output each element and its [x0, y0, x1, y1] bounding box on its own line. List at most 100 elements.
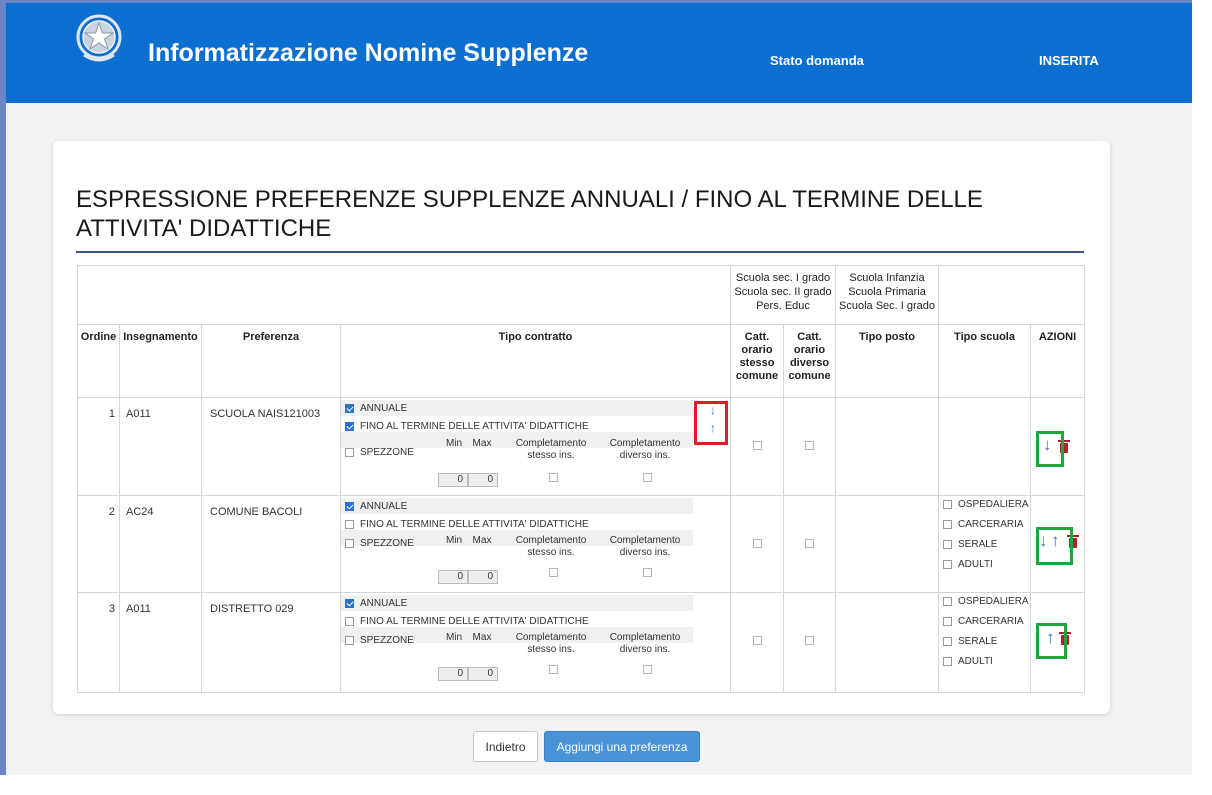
- cell-catt-diverso: [782, 397, 837, 496]
- checkbox-spezzone[interactable]: [345, 635, 354, 645]
- empty-group-header-right: [938, 265, 1086, 325]
- label-adulti: ADULTI: [958, 656, 993, 667]
- compl-stesso-l2: stesso ins.: [527, 644, 575, 655]
- col-preferenza: Preferenza: [201, 324, 341, 398]
- group-sec-line-3: Pers. Educ: [756, 300, 810, 312]
- cell-tipo-posto: [835, 495, 940, 593]
- checkbox-serale[interactable]: [943, 637, 953, 646]
- min-input[interactable]: 0: [438, 667, 468, 681]
- checkbox-carceraria[interactable]: [943, 617, 953, 626]
- catt-diverso-l1: Catt.: [797, 331, 822, 343]
- checkbox-catt-diverso[interactable]: [805, 441, 814, 450]
- checkbox-compl-diverso[interactable]: [643, 568, 652, 577]
- checkbox-compl-stesso[interactable]: [549, 665, 558, 674]
- checkbox-catt-diverso[interactable]: [805, 539, 814, 548]
- compl-stesso-l1: Completamento: [515, 438, 587, 449]
- cell-ordine: 2: [77, 495, 120, 593]
- cell-tipo-scuola: [938, 397, 1032, 496]
- option-ospedaliera[interactable]: OSPEDALIERA: [943, 499, 1029, 510]
- checkbox-annuale[interactable]: [345, 598, 354, 608]
- compl-diverso-l2: diverso ins.: [619, 547, 671, 558]
- min-input[interactable]: 0: [438, 570, 468, 584]
- checkbox-compl-stesso[interactable]: [549, 473, 558, 482]
- compl-stesso-l2: stesso ins.: [527, 450, 575, 461]
- checkbox-serale[interactable]: [943, 540, 953, 549]
- option-fino[interactable]: FINO AL TERMINE DELLE ATTIVITA' DIDATTIC…: [345, 614, 589, 628]
- checkbox-adulti[interactable]: [943, 560, 953, 569]
- back-button[interactable]: Indietro: [473, 731, 538, 762]
- checkbox-catt-stesso[interactable]: [752, 636, 762, 645]
- add-preference-button[interactable]: Aggiungi una preferenza: [544, 731, 700, 762]
- checkbox-compl-diverso[interactable]: [643, 665, 652, 674]
- option-annuale[interactable]: ANNUALE: [345, 499, 407, 513]
- option-annuale[interactable]: ANNUALE: [345, 401, 407, 415]
- max-input[interactable]: 0: [468, 667, 498, 681]
- option-spezzone[interactable]: SPEZZONE: [345, 445, 414, 459]
- cell-ordine: 3: [77, 592, 120, 693]
- option-adulti[interactable]: ADULTI: [943, 559, 993, 570]
- checkbox-catt-diverso[interactable]: [805, 636, 814, 645]
- checkbox-catt-stesso[interactable]: [752, 441, 762, 450]
- preferences-card: ESPRESSIONE PREFERENZE SUPPLENZE ANNUALI…: [53, 141, 1110, 714]
- table-row: 2 AC24 COMUNE BACOLI ANNUALE FINO AL TER…: [77, 495, 1086, 593]
- italian-republic-emblem-icon: [76, 14, 122, 62]
- compl-diverso-l1: Completamento: [609, 438, 681, 449]
- cell-insegnamento: A011: [119, 592, 202, 693]
- group-header-sec: Scuola sec. I grado Scuola sec. II grado…: [729, 265, 837, 325]
- option-fino[interactable]: FINO AL TERMINE DELLE ATTIVITA' DIDATTIC…: [345, 517, 589, 531]
- label-spezzone: SPEZZONE: [360, 446, 414, 458]
- col-tipo-contratto: Tipo contratto: [340, 324, 731, 398]
- option-serale[interactable]: SERALE: [943, 636, 997, 647]
- group-header-row: Scuola sec. I grado Scuola sec. II grado…: [77, 265, 1086, 325]
- checkbox-catt-stesso[interactable]: [752, 539, 762, 548]
- stato-domanda-label: Stato domanda: [770, 53, 864, 68]
- option-spezzone[interactable]: SPEZZONE: [345, 536, 414, 550]
- option-spezzone[interactable]: SPEZZONE: [345, 633, 414, 647]
- app-frame: Informatizzazione Nomine Supplenze Stato…: [0, 0, 1192, 775]
- compl-diverso-l2: diverso ins.: [619, 644, 671, 655]
- highlight-box-order-arrows: [694, 401, 728, 445]
- label-ospedaliera: OSPEDALIERA: [958, 596, 1029, 607]
- option-annuale[interactable]: ANNUALE: [345, 596, 407, 610]
- checkbox-annuale[interactable]: [345, 501, 354, 511]
- checkbox-carceraria[interactable]: [943, 520, 953, 529]
- option-fino[interactable]: FINO AL TERMINE DELLE ATTIVITA' DIDATTIC…: [345, 419, 589, 433]
- cell-tipo-contratto: ANNUALE FINO AL TERMINE DELLE ATTIVITA' …: [340, 495, 731, 593]
- checkbox-fino[interactable]: [345, 616, 354, 626]
- catt-diverso-l4: comune: [788, 370, 831, 382]
- cell-catt-stesso: [730, 397, 784, 496]
- label-fino: FINO AL TERMINE DELLE ATTIVITA' DIDATTIC…: [360, 420, 589, 432]
- label-compl-diverso: Completamento diverso ins.: [605, 438, 685, 462]
- checkbox-ospedaliera[interactable]: [943, 597, 953, 606]
- cell-tipo-scuola: OSPEDALIERA CARCERARIA SERALE ADULTI: [938, 495, 1032, 593]
- label-spezzone: SPEZZONE: [360, 537, 414, 549]
- page-title: ESPRESSIONE PREFERENZE SUPPLENZE ANNUALI…: [76, 186, 983, 242]
- label-min: Min: [445, 438, 463, 449]
- option-adulti[interactable]: ADULTI: [943, 656, 993, 667]
- checkbox-ospedaliera[interactable]: [943, 500, 953, 509]
- checkbox-compl-stesso[interactable]: [549, 568, 558, 577]
- col-catt-stesso: Catt. orario stesso comune: [730, 324, 784, 398]
- catt-stesso-l3: stesso: [739, 357, 775, 369]
- highlight-box-row2-actions: [1036, 527, 1073, 565]
- checkbox-compl-diverso[interactable]: [643, 473, 652, 482]
- checkbox-adulti[interactable]: [943, 657, 953, 666]
- min-input[interactable]: 0: [438, 473, 468, 487]
- checkbox-annuale[interactable]: [345, 403, 354, 413]
- checkbox-fino[interactable]: [345, 519, 354, 529]
- option-serale[interactable]: SERALE: [943, 539, 997, 550]
- max-input[interactable]: 0: [468, 473, 498, 487]
- col-tipo-scuola: Tipo scuola: [938, 324, 1032, 398]
- max-input[interactable]: 0: [468, 570, 498, 584]
- checkbox-spezzone[interactable]: [345, 538, 354, 548]
- label-compl-diverso: Completamento diverso ins.: [605, 535, 685, 559]
- label-min: Min: [445, 535, 463, 546]
- label-annuale: ANNUALE: [360, 402, 408, 414]
- option-carceraria[interactable]: CARCERARIA: [943, 519, 1024, 530]
- stato-domanda-value: INSERITA: [1039, 53, 1099, 68]
- highlight-box-row1-actions: [1036, 431, 1064, 467]
- checkbox-spezzone[interactable]: [345, 447, 354, 457]
- option-carceraria[interactable]: CARCERARIA: [943, 616, 1024, 627]
- option-ospedaliera[interactable]: OSPEDALIERA: [943, 596, 1029, 607]
- checkbox-fino[interactable]: [345, 421, 354, 431]
